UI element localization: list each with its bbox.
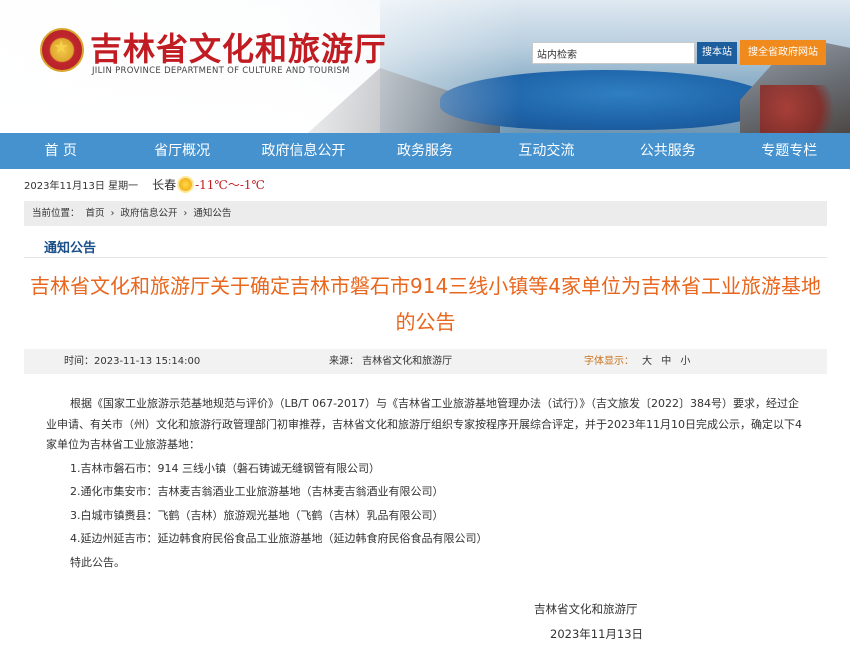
font-size-options: 大 中 小 [642,349,696,374]
breadcrumb-label: 当前位置： [32,208,80,219]
font-size-medium[interactable]: 中 [661,356,671,367]
site-subtitle: JILIN PROVINCE DEPARTMENT OF CULTURE AND… [92,66,350,76]
font-size-label: 字体显示： [584,356,634,367]
nav-item-public-service[interactable]: 公共服务 [607,133,728,169]
list-item: 4.延边州延吉市：延边韩食府民俗食品工业旅游基地（延边韩食府民俗食品有限公司） [70,532,488,545]
nav-item-home[interactable]: 首 页 [0,133,121,169]
current-date: 2023年11月13日 星期一 [24,181,139,192]
breadcrumb-separator: › [110,208,115,219]
article-title: 吉林省文化和旅游厅关于确定吉林市磐石市914三线小镇等4家单位为吉林省工业旅游基… [30,274,821,334]
nav-item-services[interactable]: 政务服务 [364,133,485,169]
closing-text: 特此公告。 [70,555,125,569]
breadcrumb: 当前位置： 首页 › 政府信息公开 › 通知公告 [24,201,827,226]
nav-item-gov-info[interactable]: 政府信息公开 [243,133,364,169]
site-title[interactable]: 吉林省文化和旅游厅 [90,24,387,70]
signature-date: 2023年11月13日 [550,627,644,641]
section-header: 通知公告 [24,234,827,258]
section-title: 通知公告 [44,241,97,256]
national-emblem-icon: ★ [40,28,84,72]
article-paragraph: 根据《国家工业旅游示范基地规范与评价》（LB/T 067-2017）与《吉林省工… [46,397,802,451]
breadcrumb-notices[interactable]: 通知公告 [193,208,231,219]
date-weather-bar: 2023年11月13日 星期一 长春 -11℃～-1℃ [24,176,265,193]
list-item: 1.吉林市磐石市：914 三线小镇（磐石铸诚无缝钢管有限公司） [70,461,380,475]
weather-city: 长春 [152,178,177,192]
search-input[interactable] [532,42,695,64]
weather-temperature: -11℃～-1℃ [195,178,265,192]
article-body: 根据《国家工业旅游示范基地规范与评价》（LB/T 067-2017）与《吉林省工… [46,394,806,573]
article-meta: 时间：2023-11-13 15:14:00 来源： 吉林省文化和旅游厅 字体显… [24,349,827,374]
font-size-large[interactable]: 大 [642,356,652,367]
nav-item-topics[interactable]: 专题专栏 [729,133,850,169]
signature: 吉林省文化和旅游厅 [534,602,638,616]
breadcrumb-gov-info[interactable]: 政府信息公开 [120,208,177,219]
nav-item-overview[interactable]: 省厅概况 [121,133,242,169]
search-gov-sites-button[interactable]: 搜全省政府网站 [740,40,826,65]
breadcrumb-separator: › [183,208,188,219]
banner-foliage [760,85,850,133]
nav-item-interaction[interactable]: 互动交流 [486,133,607,169]
main-nav: 首 页 省厅概况 政府信息公开 政务服务 互动交流 公共服务 专题专栏 [0,133,850,169]
font-size-small[interactable]: 小 [680,356,690,367]
sun-icon [179,178,193,191]
list-item: 2.通化市集安市：吉林麦吉翁酒业工业旅游基地（吉林麦吉翁酒业有限公司） [70,485,444,498]
publish-time: 时间：2023-11-13 15:14:00 [64,356,201,367]
list-item: 3.白城市镇赉县：飞鹤（吉林）旅游观光基地（飞鹤（吉林）乳品有限公司） [70,508,444,522]
header-banner: ★ 吉林省文化和旅游厅 JILIN PROVINCE DEPARTMENT OF… [0,0,850,133]
breadcrumb-home[interactable]: 首页 [86,208,105,219]
search-site-button[interactable]: 搜本站 [697,42,737,64]
article-source: 来源： 吉林省文化和旅游厅 [329,356,453,367]
